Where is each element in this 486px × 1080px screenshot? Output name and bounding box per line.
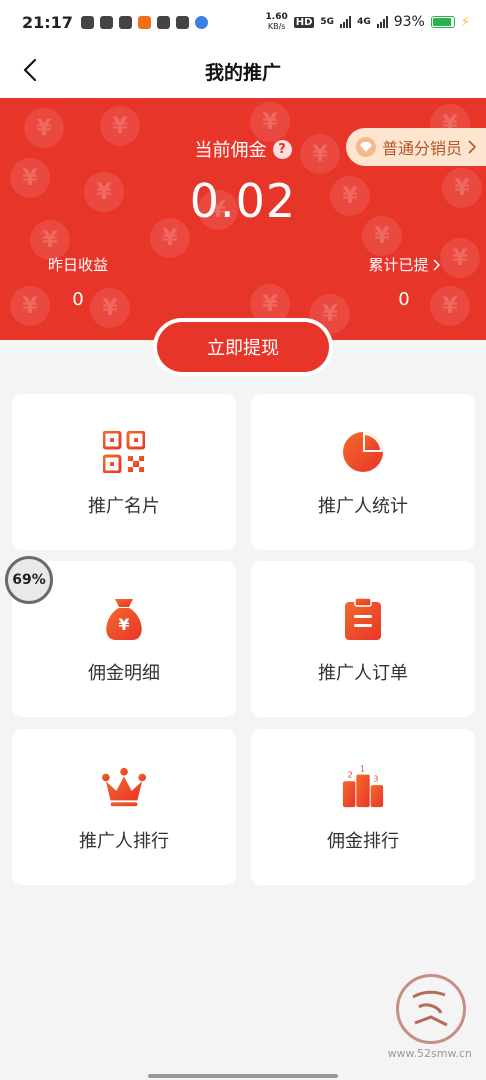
menu-label: 推广人统计 (318, 496, 408, 517)
menu-card-referral-orders[interactable]: 推广人订单 (251, 561, 475, 717)
seal-mark (412, 990, 448, 1027)
menu-card-commission-ranking[interactable]: 2 1 3 佣金排行 (251, 729, 475, 885)
net-speed-unit: KB/s (267, 22, 286, 31)
progress-percent: 69% (12, 572, 46, 588)
hd-label: HD (293, 16, 315, 28)
browser-app-icon (194, 15, 208, 29)
signal-icon (340, 16, 352, 28)
taobao-app-icon (137, 15, 151, 29)
net-speed: 1.60 KB/s (265, 12, 288, 32)
notification-icons (80, 15, 208, 29)
chevron-right-icon (432, 258, 440, 271)
sync-app-icon (99, 15, 113, 29)
nav-header: 我的推广 (0, 44, 486, 98)
pie-chart-icon (341, 430, 385, 474)
site-seal-watermark (396, 974, 466, 1044)
back-button[interactable] (16, 56, 44, 84)
yesterday-value: 0 (72, 289, 84, 310)
tiktok-app-icon (175, 15, 189, 29)
level-badge[interactable]: 普通分销员 (345, 128, 486, 166)
network-5g: 5G (320, 17, 335, 27)
total-withdrawn-label-row: 累计已提 (364, 254, 444, 275)
signal-icon-2 (376, 16, 388, 28)
net-speed-value: 1.60 (265, 12, 288, 22)
watermark-url: www.52smw.cn (387, 1047, 472, 1060)
menu-card-referral-stats[interactable]: 推广人统计 (251, 394, 475, 550)
menu-label: 推广名片 (88, 496, 160, 517)
menu-label: 佣金排行 (327, 831, 399, 852)
withdraw-button-frame: 立即提现 (153, 318, 333, 376)
mail-app-icon (156, 15, 170, 29)
withdraw-button[interactable]: 立即提现 (157, 322, 329, 372)
home-indicator[interactable] (148, 1074, 338, 1078)
level-badge-label: 普通分销员 (381, 139, 462, 158)
coin-decoration: ¥ (440, 238, 480, 278)
qr-code-icon (102, 430, 146, 474)
battery-icon (430, 16, 455, 28)
help-icon[interactable]: ? (272, 139, 292, 159)
diamond-icon (355, 137, 376, 157)
network-4g: 4G (357, 17, 371, 27)
money-bag-icon: ¥ (102, 597, 146, 641)
commission-banner: ¥ ¥ ¥ ¥ ¥ ¥ ¥ ¥ ¥ ¥ ¥ ¥ ¥ ¥ ¥ ¥ ¥ ¥ ¥ 当前佣金 ? 0.02 普通分销员 昨日… (0, 98, 486, 340)
coin-decoration: ¥ (10, 286, 50, 326)
chevron-left-icon (23, 58, 37, 82)
svg-text:3: 3 (374, 774, 379, 783)
yesterday-earnings: 昨日收益 0 (46, 254, 110, 310)
menu-label: 佣金明细 (88, 663, 160, 684)
crown-icon (102, 765, 146, 809)
chevron-right-icon (468, 140, 476, 154)
status-time: 21:17 (22, 12, 73, 32)
svg-text:¥: ¥ (118, 615, 129, 634)
heart-app-icon (118, 15, 132, 29)
charging-icon: ⚡ (460, 14, 470, 30)
commission-label: 当前佣金 (194, 140, 267, 161)
floating-progress-widget[interactable]: 69% (5, 556, 53, 604)
podium-icon: 2 1 3 (341, 765, 385, 809)
svg-text:1: 1 (360, 765, 365, 774)
page-title: 我的推广 (204, 61, 281, 84)
menu-card-referral-ranking[interactable]: 推广人排行 (12, 729, 236, 885)
menu-card-promo-card[interactable]: 推广名片 (12, 394, 236, 550)
battery-percent: 93% (393, 14, 425, 30)
menu-label: 推广人排行 (79, 831, 169, 852)
total-withdrawn[interactable]: 累计已提 0 (364, 254, 444, 310)
shield-app-icon (80, 15, 94, 29)
commission-value: 0.02 (189, 174, 297, 228)
svg-text:2: 2 (348, 770, 353, 779)
total-withdrawn-label: 累计已提 (368, 256, 429, 274)
total-withdrawn-value: 0 (398, 289, 410, 310)
status-bar: 21:17 1.60 KB/s HD 5G 4G 93% ⚡ (0, 0, 486, 44)
yesterday-label: 昨日收益 (47, 256, 108, 274)
clipboard-icon (341, 597, 385, 641)
menu-label: 推广人订单 (318, 663, 408, 684)
status-indicators: 1.60 KB/s HD 5G 4G 93% ⚡ (265, 12, 470, 32)
